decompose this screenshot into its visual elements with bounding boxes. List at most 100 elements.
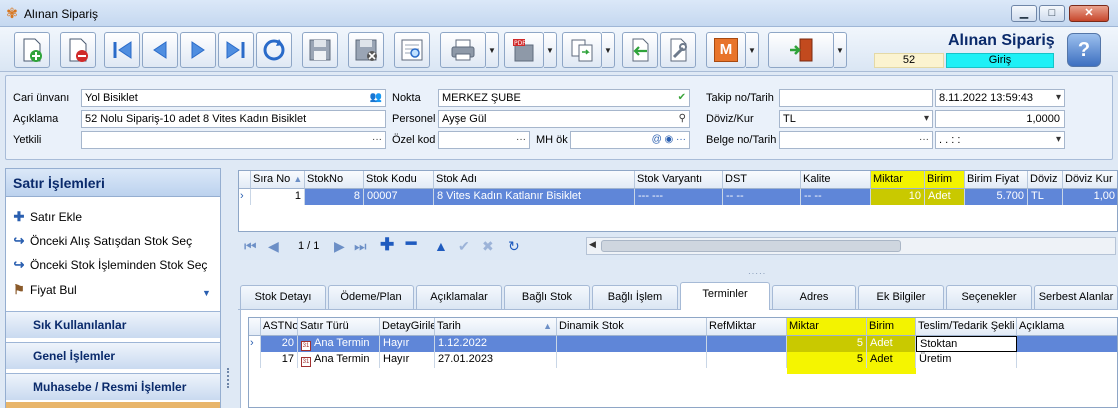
minimize-button[interactable]: ▁	[1011, 5, 1037, 22]
col-birim[interactable]: Birim	[925, 171, 965, 189]
yetkili-input[interactable]: ···	[81, 131, 386, 149]
cell-miktar[interactable]: 10	[871, 189, 925, 205]
next-icon[interactable]: ▶	[334, 238, 345, 255]
scrollbar-thumb[interactable]	[601, 240, 901, 252]
col-stok-adi[interactable]: Stok Adı	[434, 171, 635, 189]
col-kalite[interactable]: Kalite	[801, 171, 871, 189]
cell-astno[interactable]: 17	[261, 352, 298, 368]
help-button[interactable]: ?	[1067, 33, 1101, 67]
col-tarih[interactable]: Tarih ▲	[435, 318, 557, 336]
tab-stok-detayi[interactable]: Stok Detayı	[240, 285, 326, 309]
ellipsis-icon[interactable]: ···	[516, 132, 526, 148]
tab-aciklamalar[interactable]: Açıklamalar	[416, 285, 502, 309]
at-eye-icon[interactable]: @ ◉ ···	[652, 132, 686, 148]
next-record-button[interactable]	[180, 32, 216, 68]
cell-birim-fiyat[interactable]: 5.700	[965, 189, 1028, 205]
cell-teslim-sekli[interactable]: Üretim	[916, 352, 1017, 368]
remove-icon[interactable]: ━	[406, 234, 416, 254]
personel-input[interactable]: Ayşe Gül ⚲	[438, 110, 690, 128]
delete-record-button[interactable]	[60, 32, 96, 68]
people-icon[interactable]: 👥	[370, 90, 382, 106]
col-stok-varyanti[interactable]: Stok Varyantı	[635, 171, 723, 189]
user-search-icon[interactable]: ⚲	[679, 111, 686, 127]
col-aciklama[interactable]: Açıklama	[1017, 318, 1117, 336]
cell-stok-adi[interactable]: 8 Vites Kadın Katlanır Bisiklet	[434, 189, 635, 205]
cell-aciklama[interactable]	[1017, 352, 1117, 368]
col-birim[interactable]: Birim	[867, 318, 916, 336]
copy-dropdown[interactable]: ▼	[602, 32, 615, 68]
chevron-down-icon[interactable]: ▾	[1056, 90, 1061, 106]
previous-icon[interactable]: ◀	[268, 238, 279, 255]
cell-dinamik-stok[interactable]	[557, 336, 707, 352]
col-teslim-sekli[interactable]: Teslim/Tedarik Şekli	[916, 318, 1017, 336]
previous-record-button[interactable]	[142, 32, 178, 68]
panel-splitter[interactable]	[224, 168, 234, 408]
cell-birim[interactable]: Adet	[867, 352, 916, 368]
tab-serbest-alanlar[interactable]: Serbest Alanlar	[1034, 285, 1118, 309]
cell-stok-varyanti[interactable]: --- ---	[635, 189, 723, 205]
print-button[interactable]	[440, 32, 486, 68]
col-ref-miktar[interactable]: RefMiktar	[707, 318, 787, 336]
belge-date-input[interactable]: . . : : ▾	[935, 131, 1065, 149]
tab-bagli-islem[interactable]: Bağlı İşlem	[592, 285, 678, 309]
check-icon[interactable]: ✔	[678, 90, 686, 106]
col-doviz-kur[interactable]: Döviz Kur	[1063, 171, 1117, 189]
cell-kalite[interactable]: -- --	[801, 189, 871, 205]
aciklama-input[interactable]: 52 Nolu Sipariş-10 adet 8 Vites Kadın Bi…	[81, 110, 386, 128]
m-button[interactable]: M	[706, 32, 746, 68]
belge-input[interactable]: ···	[779, 131, 933, 149]
tab-odeme-plan[interactable]: Ödeme/Plan	[328, 285, 414, 309]
tab-ek-bilgiler[interactable]: Ek Bilgiler	[858, 285, 944, 309]
exit-dropdown[interactable]: ▼	[834, 32, 847, 68]
close-button[interactable]: ✕	[1069, 5, 1109, 22]
cell-satir-turu[interactable]: 31 Ana Termin	[298, 352, 380, 368]
cell-teslim-sekli[interactable]: Stoktan	[916, 336, 1017, 352]
maximize-button[interactable]: □	[1039, 5, 1065, 22]
exit-button[interactable]	[768, 32, 834, 68]
tab-bagli-stok[interactable]: Bağlı Stok	[504, 285, 590, 309]
import-button[interactable]	[622, 32, 658, 68]
col-detay-girile[interactable]: DetayGirile	[380, 318, 435, 336]
ozelkod-input[interactable]: ···	[438, 131, 530, 149]
cell-stok-kodu[interactable]: 00007	[364, 189, 434, 205]
select-from-stock-item[interactable]: ↪ Önceki Stok İşleminden Stok Seç	[12, 257, 208, 273]
tab-adres[interactable]: Adres	[772, 285, 856, 309]
pdf-export-button[interactable]: PDF	[504, 32, 544, 68]
cell-detay-girile[interactable]: Hayır	[380, 352, 435, 368]
ellipsis-icon[interactable]: ···	[919, 132, 929, 148]
last-icon[interactable]: ⏭	[354, 238, 367, 255]
col-astno[interactable]: ASTNo	[261, 318, 298, 336]
ellipsis-icon[interactable]: ···	[372, 132, 382, 148]
section-accounting[interactable]: Muhasebe / Resmi İşlemler	[6, 373, 220, 400]
col-doviz[interactable]: Döviz	[1028, 171, 1063, 189]
preview-button[interactable]	[394, 32, 430, 68]
col-miktar[interactable]: Miktar	[787, 318, 867, 336]
cell-birim[interactable]: Adet	[925, 189, 965, 205]
m-dropdown[interactable]: ▼	[746, 32, 759, 68]
new-record-button[interactable]	[14, 32, 50, 68]
splitter-grip-icon[interactable]: ·····	[748, 269, 766, 278]
settings-button[interactable]	[660, 32, 696, 68]
takip-input[interactable]	[779, 89, 933, 107]
refresh-icon[interactable]: ↻	[508, 238, 520, 255]
scroll-left-icon[interactable]: ◀	[589, 239, 596, 250]
refresh-button[interactable]	[256, 32, 292, 68]
cell-stokno[interactable]: 8	[305, 189, 364, 205]
cell-detay-girile[interactable]: Hayır	[380, 336, 435, 352]
cancel-icon[interactable]: ✖	[482, 238, 494, 255]
takip-date-input[interactable]: 8.11.2022 13:59:43 ▾	[935, 89, 1065, 107]
cell-birim[interactable]: Adet	[867, 336, 916, 352]
cell-doviz-kur[interactable]: 1,00	[1063, 189, 1117, 205]
add-icon[interactable]: ✚	[380, 235, 394, 255]
cell-miktar[interactable]: 5	[787, 336, 867, 352]
save-button[interactable]	[302, 32, 338, 68]
tab-secenekler[interactable]: Seçenekler	[946, 285, 1032, 309]
col-dst[interactable]: DST	[723, 171, 801, 189]
chevron-down-icon[interactable]: ▾	[1056, 132, 1061, 148]
cell-aciklama[interactable]	[1017, 336, 1117, 352]
print-dropdown[interactable]: ▼	[486, 32, 499, 68]
doviz-select[interactable]: TL ▾	[779, 110, 933, 128]
cell-satir-turu[interactable]: 31 Ana Termin	[298, 336, 380, 352]
col-dinamik-stok[interactable]: Dinamik Stok	[557, 318, 707, 336]
cell-sira-no[interactable]: 1	[251, 189, 305, 205]
